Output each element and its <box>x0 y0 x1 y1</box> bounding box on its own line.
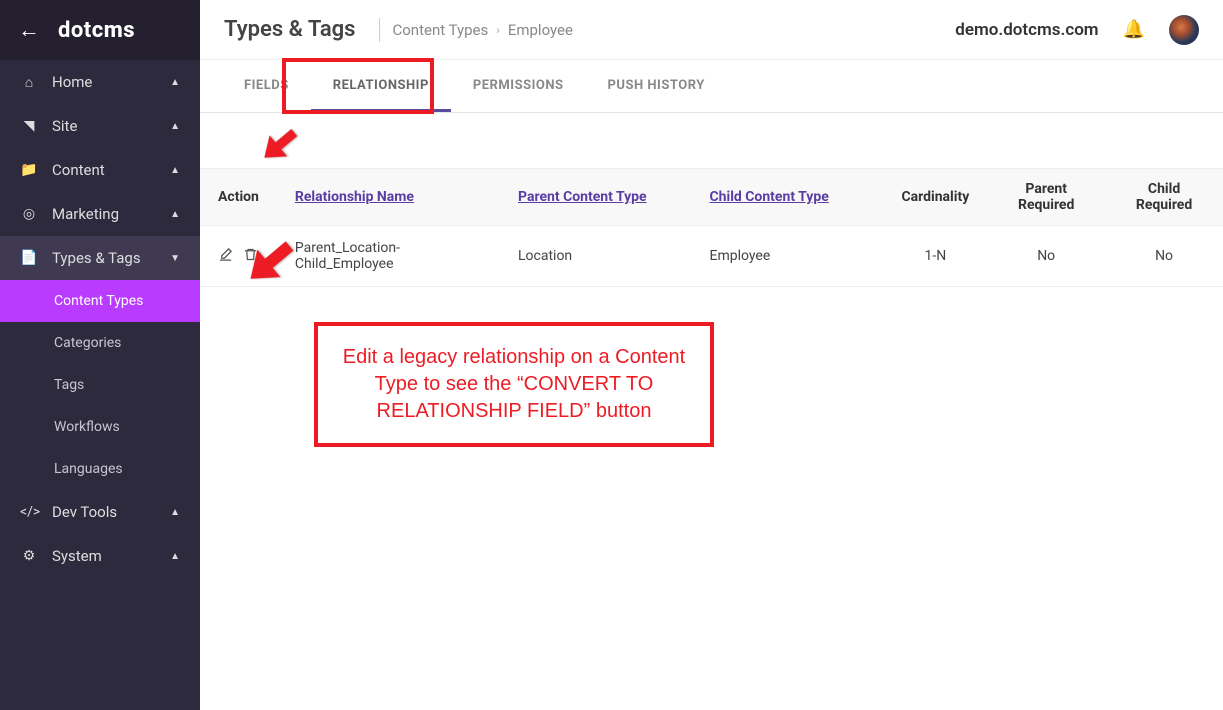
col-child-required: Child Required <box>1105 169 1223 226</box>
col-child-content-type[interactable]: Child Content Type <box>691 169 883 226</box>
logo: dotcms <box>58 18 135 43</box>
sidebar-subitem-workflows[interactable]: Workflows <box>0 406 200 448</box>
table-wrap: Action Relationship Name Parent Content … <box>200 168 1223 287</box>
table-row[interactable]: Parent_Location-Child_Employee Location … <box>200 226 1223 287</box>
sidebar-item-label: Types & Tags <box>52 249 141 267</box>
breadcrumb-separator <box>379 18 380 42</box>
table-header-row: Action Relationship Name Parent Content … <box>200 169 1223 226</box>
nav-sub-types-tags: Content Types Categories Tags Workflows … <box>0 280 200 490</box>
page-title: Types & Tags <box>224 17 355 42</box>
sidebar-item-label: Content Types <box>54 293 143 309</box>
col-parent-required: Parent Required <box>987 169 1105 226</box>
sidebar-item-label: Dev Tools <box>52 503 117 521</box>
sidebar-item-marketing[interactable]: ◎ Marketing ▲ <box>0 192 200 236</box>
bell-icon[interactable]: 🔔 <box>1123 19 1145 40</box>
chevron-up-icon: ▲ <box>170 209 180 220</box>
trash-icon[interactable] <box>243 247 258 266</box>
col-parent-content-type[interactable]: Parent Content Type <box>500 169 691 226</box>
breadcrumb: Content Types › Employee <box>392 21 572 39</box>
sitemap-icon: ◥ <box>20 118 38 134</box>
avatar[interactable] <box>1169 15 1199 45</box>
chevron-up-icon: ▲ <box>170 77 180 88</box>
relationship-table: Action Relationship Name Parent Content … <box>200 168 1223 287</box>
cell-relationship-name: Parent_Location-Child_Employee <box>277 226 500 287</box>
breadcrumb-link-content-types[interactable]: Content Types <box>392 21 488 39</box>
code-icon: </> <box>20 504 38 520</box>
edit-icon[interactable] <box>218 247 233 266</box>
chevron-right-icon: › <box>496 23 500 37</box>
file-icon: 📄 <box>20 250 38 266</box>
sidebar-item-label: Content <box>52 161 105 179</box>
logo-pre: dot <box>58 18 92 43</box>
sidebar-item-content[interactable]: 📁 Content ▲ <box>0 148 200 192</box>
chevron-up-icon: ▲ <box>170 121 180 132</box>
chevron-up-icon: ▲ <box>170 165 180 176</box>
sidebar-item-site[interactable]: ◥ Site ▲ <box>0 104 200 148</box>
tabs: FIELDS RELATIONSHIP PERMISSIONS PUSH HIS… <box>200 60 1223 113</box>
sidebar-subitem-content-types[interactable]: Content Types <box>0 280 200 322</box>
col-cardinality: Cardinality <box>883 169 987 226</box>
sidebar-subitem-tags[interactable]: Tags <box>0 364 200 406</box>
sidebar-item-label: Site <box>52 117 77 135</box>
nav-list: ⌂ Home ▲ ◥ Site ▲ 📁 Content ▲ ◎ Marketin… <box>0 60 200 578</box>
main-area: Types & Tags Content Types › Employee de… <box>200 0 1223 710</box>
folder-icon: 📁 <box>20 162 38 178</box>
col-relationship-name[interactable]: Relationship Name <box>277 169 500 226</box>
annotation-callout-text: Edit a legacy relationship on a Content … <box>343 346 685 422</box>
cell-parent-content-type: Location <box>500 226 691 287</box>
sidebar-item-label: Tags <box>54 377 84 393</box>
sidebar-item-label: Home <box>52 73 92 91</box>
home-icon: ⌂ <box>20 74 38 91</box>
cell-parent-required: No <box>987 226 1105 287</box>
cell-child-required: No <box>1105 226 1223 287</box>
gear-icon: ⚙ <box>20 548 38 564</box>
tab-permissions[interactable]: PERMISSIONS <box>451 60 586 112</box>
breadcrumb-current: Employee <box>508 21 573 39</box>
cell-action <box>200 226 277 287</box>
chevron-down-icon: ▼ <box>170 253 180 264</box>
chevron-up-icon: ▲ <box>170 551 180 562</box>
target-icon: ◎ <box>20 206 38 222</box>
sidebar-item-system[interactable]: ⚙ System ▲ <box>0 534 200 578</box>
sidebar-header: ← dotcms <box>0 0 200 60</box>
sidebar-item-label: Languages <box>54 461 123 477</box>
back-arrow-icon[interactable]: ← <box>18 17 40 43</box>
sidebar-item-label: Workflows <box>54 419 120 435</box>
sidebar-item-dev-tools[interactable]: </> Dev Tools ▲ <box>0 490 200 534</box>
sidebar-subitem-categories[interactable]: Categories <box>0 322 200 364</box>
sidebar-item-label: Categories <box>54 335 121 351</box>
content-area: FIELDS RELATIONSHIP PERMISSIONS PUSH HIS… <box>200 60 1223 710</box>
sidebar-subitem-languages[interactable]: Languages <box>0 448 200 490</box>
sidebar: ← dotcms ⌂ Home ▲ ◥ Site ▲ 📁 Content ▲ ◎… <box>0 0 200 710</box>
header-bar: Types & Tags Content Types › Employee de… <box>200 0 1223 60</box>
header-right: demo.dotcms.com 🔔 <box>955 15 1199 45</box>
tab-push-history[interactable]: PUSH HISTORY <box>586 60 727 112</box>
sidebar-item-label: Marketing <box>52 205 119 223</box>
sidebar-item-label: System <box>52 547 102 565</box>
cell-child-content-type: Employee <box>691 226 883 287</box>
logo-bold: cms <box>92 18 135 43</box>
site-label[interactable]: demo.dotcms.com <box>955 20 1098 40</box>
cell-cardinality: 1-N <box>883 226 987 287</box>
annotation-callout: Edit a legacy relationship on a Content … <box>314 322 714 447</box>
tab-relationship[interactable]: RELATIONSHIP <box>311 60 451 112</box>
sidebar-item-home[interactable]: ⌂ Home ▲ <box>0 60 200 104</box>
sidebar-item-types-tags[interactable]: 📄 Types & Tags ▼ <box>0 236 200 280</box>
tab-fields[interactable]: FIELDS <box>222 60 311 112</box>
col-action: Action <box>200 169 277 226</box>
chevron-up-icon: ▲ <box>170 507 180 518</box>
